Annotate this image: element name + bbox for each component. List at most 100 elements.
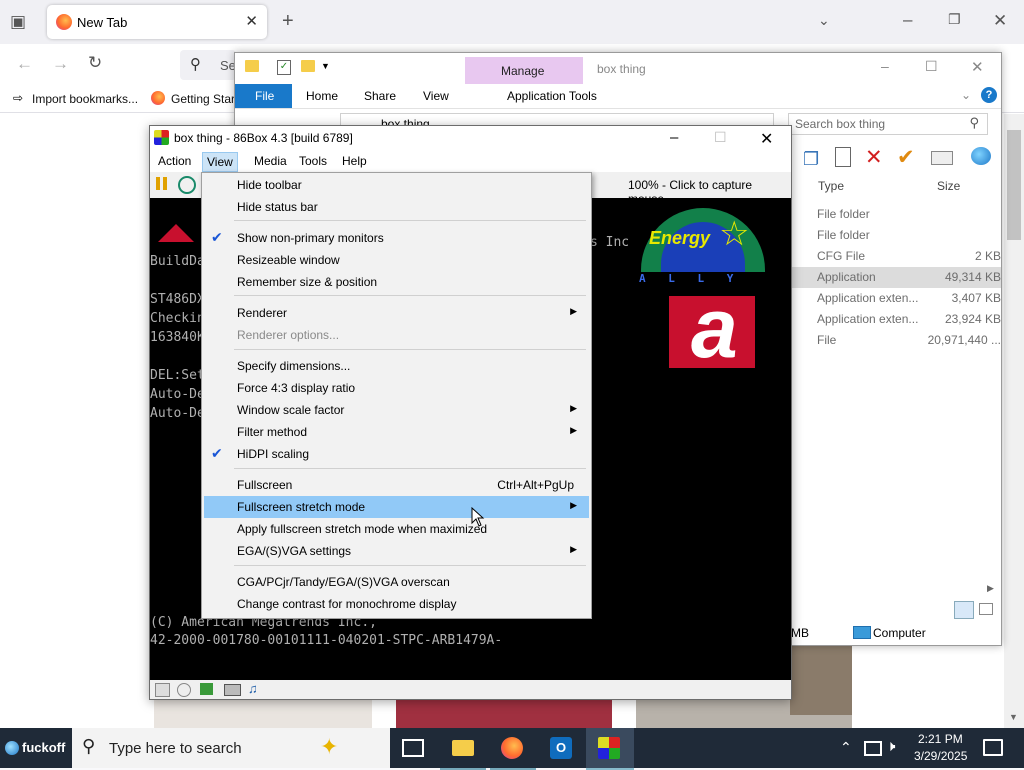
search-box[interactable]: Search box thing ⚲ <box>788 113 988 135</box>
taskbar-app-86box[interactable] <box>586 728 634 770</box>
menu-item-hide-toolbar[interactable]: Hide toolbar <box>204 174 589 196</box>
delete-icon[interactable]: ✕ <box>865 145 883 170</box>
pause-icon[interactable] <box>156 177 160 190</box>
minimize-icon[interactable]: – <box>670 129 678 146</box>
menu-media[interactable]: Media <box>250 154 291 168</box>
file-row[interactable]: Application exten... 23,924 KB <box>791 309 1001 330</box>
menu-item-fullscreen[interactable]: Fullscreen Ctrl+Alt+PgUp <box>204 474 589 496</box>
network-icon[interactable] <box>864 741 882 756</box>
url-bar[interactable]: ⚲ Se <box>180 50 236 80</box>
cdrom-drive-icon[interactable] <box>177 683 191 697</box>
energy-star-ally: A L L Y <box>639 272 742 285</box>
column-size[interactable]: Size <box>937 179 960 193</box>
reload-icon[interactable]: ↻ <box>88 53 102 73</box>
tab-file[interactable]: File <box>235 84 292 108</box>
scroll-right-icon[interactable]: ▶ <box>987 583 994 594</box>
scroll-down-icon[interactable]: ▼ <box>1009 712 1018 722</box>
taskbar-app-outlook[interactable]: O <box>538 728 584 768</box>
chevron-up-icon[interactable]: ⌃ <box>840 739 852 756</box>
menu-view[interactable]: View <box>202 152 238 172</box>
clock-time[interactable]: 2:21 PM <box>918 732 963 746</box>
tab-view[interactable]: View <box>423 89 449 103</box>
menu-help[interactable]: Help <box>338 154 371 168</box>
tab-share[interactable]: Share <box>364 89 396 103</box>
chevron-down-icon[interactable]: ⌄ <box>818 12 830 29</box>
page-scrollbar-thumb[interactable] <box>1007 130 1021 240</box>
menu-item-resizeable-window[interactable]: Resizeable window <box>204 249 589 271</box>
volume-muted-icon[interactable]: 🕨 <box>886 738 895 755</box>
rename-icon[interactable] <box>931 151 953 165</box>
file-row[interactable]: File folder <box>791 204 1001 225</box>
menu-tools[interactable]: Tools <box>295 154 331 168</box>
task-view-icon[interactable] <box>402 739 424 757</box>
news-thumbnail[interactable] <box>154 698 372 728</box>
copy-icon[interactable]: ❐ <box>803 149 819 170</box>
reset-icon[interactable] <box>178 176 196 194</box>
column-type[interactable]: Type <box>818 179 844 193</box>
ribbon-manage-context[interactable]: Manage <box>465 57 583 84</box>
close-tab-icon[interactable]: ✕ <box>245 12 258 30</box>
start-button[interactable]: fuckoff <box>0 728 70 768</box>
forward-arrow-icon[interactable]: → <box>52 54 69 74</box>
menu-item-ega-svga-settings[interactable]: EGA/(S)VGA settings ▶ <box>204 540 589 562</box>
ribbon-expand-icon[interactable]: ⌄ <box>961 88 971 102</box>
close-window-icon[interactable]: ✕ <box>760 129 773 149</box>
firefox-tab-new-tab[interactable]: New Tab ✕ <box>47 5 267 39</box>
hard-disk-icon[interactable] <box>224 684 241 696</box>
file-row[interactable]: CFG File 2 KB <box>791 246 1001 267</box>
menu-item-remember-size-position[interactable]: Remember size & position <box>204 271 589 293</box>
menu-item-monochrome-contrast[interactable]: Change contrast for monochrome display <box>204 593 589 615</box>
tab-list-icon[interactable]: ▣ <box>10 12 26 32</box>
file-row[interactable]: File folder <box>791 225 1001 246</box>
menu-item-renderer[interactable]: Renderer ▶ <box>204 302 589 324</box>
view-menu-dropdown: Hide toolbar Hide status bar ✔ Show non-p… <box>201 172 592 619</box>
bookmark-getting-started[interactable]: Getting Star <box>171 92 235 106</box>
menu-item-show-non-primary-monitors[interactable]: ✔ Show non-primary monitors <box>204 227 589 249</box>
menu-item-hidpi-scaling[interactable]: ✔ HiDPI scaling <box>204 443 589 465</box>
menu-action[interactable]: Action <box>154 154 195 168</box>
menu-item-fullscreen-stretch-mode[interactable]: Fullscreen stretch mode ▶ <box>204 496 589 518</box>
large-icons-view-icon[interactable] <box>979 603 993 615</box>
restore-icon[interactable]: ❐ <box>948 11 961 28</box>
close-window-icon[interactable]: ✕ <box>993 11 1007 31</box>
menu-item-overscan[interactable]: CGA/PCjr/Tandy/EGA/(S)VGA overscan <box>204 571 589 593</box>
paste-icon[interactable] <box>835 147 851 167</box>
check-icon[interactable]: ✔ <box>897 145 915 170</box>
help-icon[interactable]: ? <box>981 87 997 103</box>
network-icon[interactable] <box>200 683 213 695</box>
tab-application-tools[interactable]: Application Tools <box>507 89 597 103</box>
maximize-icon[interactable]: ☐ <box>714 129 727 146</box>
taskbar-app-firefox[interactable] <box>490 728 536 770</box>
qat-dropdown-icon[interactable]: ▼ <box>321 61 330 71</box>
properties-icon[interactable]: ✓ <box>277 60 291 75</box>
menu-item-label: Window scale factor <box>237 403 345 417</box>
back-arrow-icon[interactable]: ← <box>16 54 33 74</box>
menu-item-window-scale-factor[interactable]: Window scale factor ▶ <box>204 399 589 421</box>
tab-home[interactable]: Home <box>306 89 338 103</box>
taskbar-search-box[interactable]: ⚲ Type here to search ✦ <box>72 728 390 768</box>
bookmark-import[interactable]: Import bookmarks... <box>32 92 138 106</box>
minimize-icon[interactable]: – <box>903 10 912 30</box>
sound-icon[interactable]: ♫ <box>248 681 258 696</box>
close-window-icon[interactable]: ✕ <box>971 58 984 76</box>
minimize-icon[interactable]: – <box>881 58 889 74</box>
notifications-icon[interactable] <box>983 739 1003 756</box>
taskbar-app-explorer[interactable] <box>440 728 486 770</box>
globe-icon[interactable] <box>971 147 991 165</box>
maximize-icon[interactable]: ☐ <box>925 58 938 75</box>
details-view-icon[interactable] <box>954 601 974 619</box>
clock-date[interactable]: 3/29/2025 <box>914 749 967 763</box>
news-thumbnail[interactable] <box>396 698 612 728</box>
floppy-drive-icon[interactable] <box>155 683 170 697</box>
menu-item-specify-dimensions[interactable]: Specify dimensions... <box>204 355 589 377</box>
file-row[interactable]: Application exten... 3,407 KB <box>791 288 1001 309</box>
new-tab-plus-icon[interactable]: + <box>282 10 294 33</box>
menu-item-hide-status-bar[interactable]: Hide status bar <box>204 196 589 218</box>
new-folder-icon[interactable] <box>301 60 315 72</box>
file-row-selected[interactable]: Application 49,314 KB <box>791 267 1001 288</box>
menu-item-apply-stretch-when-maximized[interactable]: Apply fullscreen stretch mode when maxim… <box>204 518 589 540</box>
menu-item-filter-method[interactable]: Filter method ▶ <box>204 421 589 443</box>
news-thumbnail[interactable] <box>790 645 852 715</box>
file-row[interactable]: File 20,971,440 ... <box>791 330 1001 351</box>
menu-item-force-4-3[interactable]: Force 4:3 display ratio <box>204 377 589 399</box>
